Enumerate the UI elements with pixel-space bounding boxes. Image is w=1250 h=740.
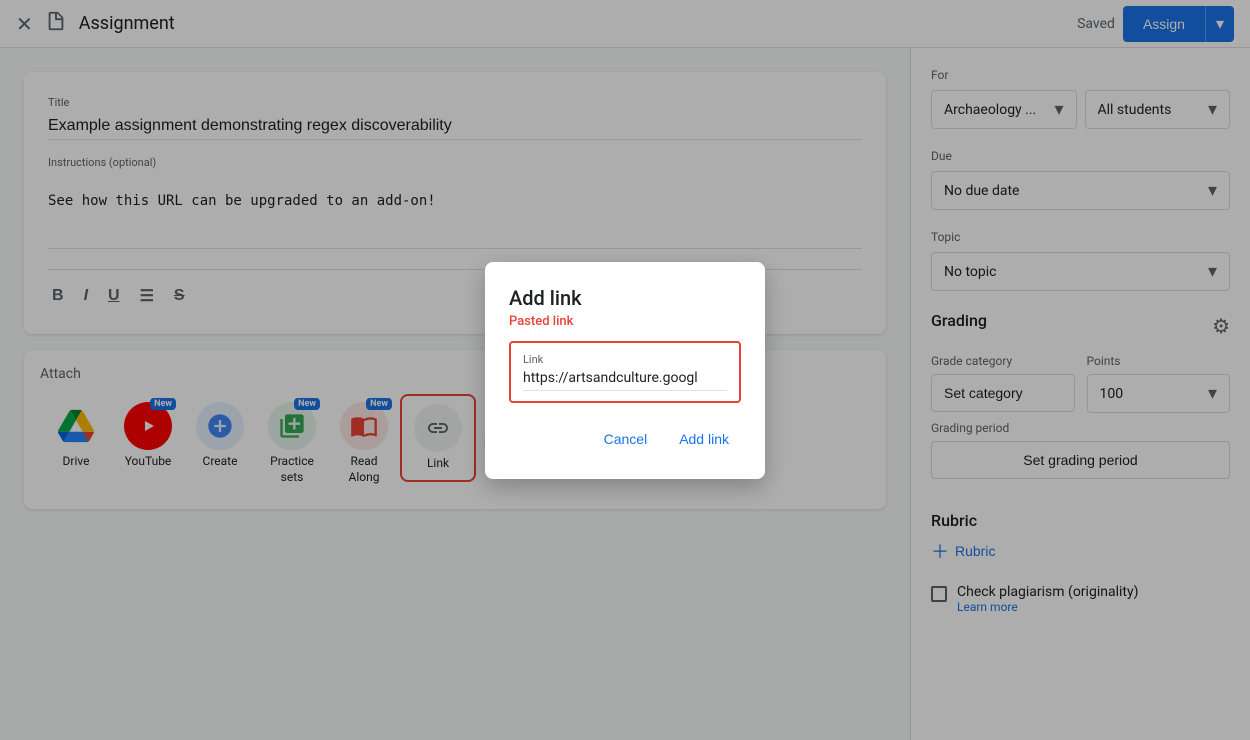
add-link-modal: Add link Pasted link Link https://artsan…	[485, 262, 765, 479]
pasted-link-label: Pasted link	[509, 314, 741, 329]
modal-overlay: Add link Pasted link Link https://artsan…	[0, 0, 1250, 740]
cancel-button[interactable]: Cancel	[592, 423, 660, 455]
link-field-value[interactable]: https://artsandculture.googl	[523, 370, 727, 391]
link-field-label: Link	[523, 353, 727, 366]
link-field-wrapper: Link https://artsandculture.googl	[509, 341, 741, 403]
modal-title: Add link	[509, 286, 741, 310]
modal-actions: Cancel Add link	[509, 423, 741, 455]
add-link-button[interactable]: Add link	[667, 423, 741, 455]
